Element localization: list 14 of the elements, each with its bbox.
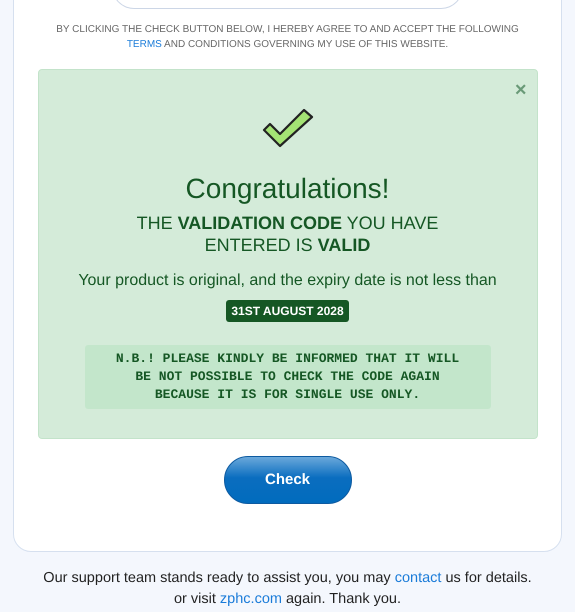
check-button[interactable]: Check (224, 456, 352, 504)
single-use-note: N.B.! PLEASE KINDLY BE INFORMED THAT IT WILL BE NOT POSSIBLE TO CHECK THE CODE AGAIN BECAUSE IT IS FOR SINGLE USE ONLY. (84, 345, 490, 409)
terms-notice: BY CLICKING THE CHECK BUTTON BELOW, I HEREBY AGREE TO AND ACCEPT THE FOLLOWING TERMS AND CONDITIONS GOVERNING MY USE OF THIS WEBSITE. (55, 23, 520, 52)
alert-title: Congratulations! (186, 172, 390, 206)
website-link[interactable]: zphc.com (220, 591, 282, 607)
validation-message: THE VALIDATION CODE YOU HAVE ENTERED IS VALID (136, 212, 440, 256)
contact-link[interactable]: contact (394, 570, 442, 586)
visit-message: or visit zphc.com again. Thank you. (174, 590, 402, 609)
expiry-date-badge: 31ST AUGUST 2028 (226, 300, 349, 322)
checkmark-icon (262, 108, 314, 148)
close-button[interactable]: × (514, 80, 526, 100)
support-message: Our support team stands ready to assist you, you may contact us for details. (43, 569, 532, 588)
terms-link[interactable]: TERMS (126, 39, 162, 50)
expiry-message: Your product is original, and the expiry date is not less than (78, 271, 497, 291)
